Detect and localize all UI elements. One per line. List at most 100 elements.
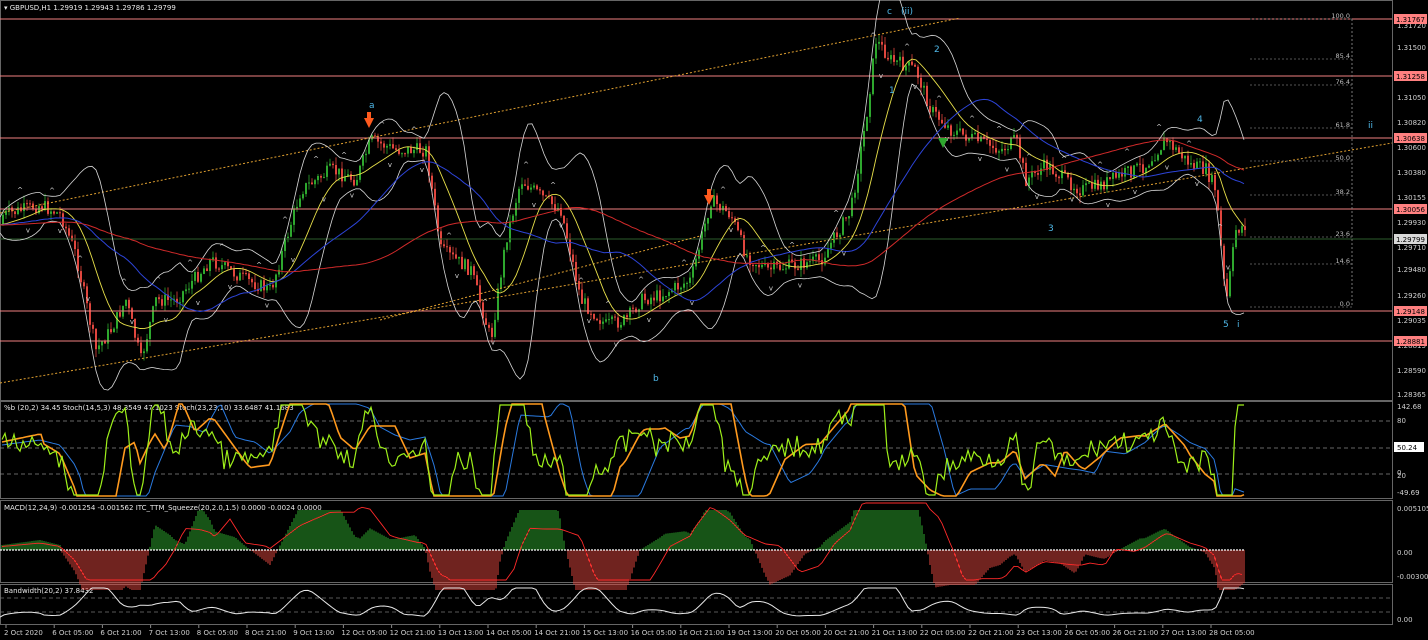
candle-body (866, 116, 868, 131)
candle-body (950, 125, 952, 136)
candle-body (1211, 175, 1213, 183)
fractal-up-marker: ^ (996, 126, 1002, 134)
candle-body (656, 290, 658, 301)
candle-body (626, 315, 628, 318)
time-axis-label: 2 Oct 2020 (4, 629, 43, 637)
candle-body (977, 132, 979, 142)
candle-body (110, 329, 112, 333)
candle-body (203, 268, 205, 274)
candle-body (461, 256, 463, 270)
candle-body (1088, 182, 1090, 184)
candle-body (521, 184, 523, 189)
price-tag-label: 1.29799 (1396, 236, 1425, 244)
bandwidth-panel[interactable] (0, 584, 1393, 625)
fractal-down-marker: v (1133, 188, 1137, 196)
time-axis-label: 6 Oct 05:00 (52, 629, 93, 637)
fractal-up-marker: ^ (1186, 140, 1192, 148)
fractal-up-marker: ^ (1026, 153, 1032, 161)
candle-body (1049, 164, 1051, 170)
fractal-down-marker: v (26, 226, 30, 234)
candle-body (617, 317, 619, 328)
candle-body (1076, 188, 1078, 194)
candle-body (1181, 152, 1183, 159)
candle-body (419, 143, 421, 153)
candle-body (665, 296, 667, 298)
candle-body (1148, 165, 1150, 168)
fib-level-label: 100.0 (1331, 12, 1350, 20)
candle-body (128, 299, 130, 309)
candle-body (989, 140, 991, 146)
green-arrow-icon (938, 138, 948, 148)
candle-body (287, 236, 289, 239)
candle-body (71, 235, 73, 241)
candle-body (947, 125, 949, 128)
candle-body (731, 217, 733, 219)
candle-body (788, 259, 790, 269)
candle-body (59, 212, 61, 214)
candle-body (113, 328, 115, 333)
candle-body (836, 232, 838, 238)
candle-body (26, 203, 28, 205)
fractal-up-marker: ^ (833, 209, 839, 217)
candle-body (1187, 155, 1189, 165)
candle-body (1238, 230, 1240, 233)
channel-upper-line (0, 17, 961, 214)
candle-body (62, 213, 64, 227)
candle-body (1241, 226, 1243, 233)
candle-body (140, 342, 142, 354)
fib-level-label: 61.8 (1336, 121, 1350, 129)
candle-body (932, 107, 934, 113)
time-axis-label: 20 Oct 21:00 (823, 629, 869, 637)
candle-body (374, 135, 376, 137)
candle-body (641, 293, 643, 310)
bandwidth-line (0, 587, 1245, 618)
candle-body (860, 146, 862, 174)
fractal-up-marker: ^ (550, 181, 556, 189)
wave-label: ii (1368, 121, 1373, 131)
candle-body (1037, 173, 1039, 175)
candle-body (1007, 149, 1009, 151)
candle-body (596, 318, 598, 321)
candle-body (68, 228, 70, 236)
fractal-down-marker: v (978, 155, 982, 163)
candle-body (83, 282, 85, 287)
candle-body (857, 173, 859, 193)
candle-body (833, 232, 835, 243)
candle-body (590, 313, 592, 315)
candle-body (1142, 164, 1144, 174)
candle-body (830, 242, 832, 249)
fractal-up-marker: ^ (936, 95, 942, 103)
candle-body (464, 259, 466, 270)
wave-label: i (1237, 320, 1240, 330)
fractal-down-marker: v (265, 302, 269, 310)
candle-body (536, 185, 538, 190)
candle-body (995, 148, 997, 153)
fractal-up-marker: ^ (49, 187, 55, 195)
fractal-up-marker: ^ (789, 242, 795, 250)
candle-body (389, 144, 391, 146)
candle-body (1169, 140, 1171, 143)
price-tag-label: 1.31258 (1396, 73, 1425, 81)
candle-body (1217, 190, 1219, 211)
candle-body (137, 337, 139, 343)
candle-body (1112, 172, 1114, 179)
candle-body (1055, 174, 1057, 177)
fractal-up-marker: ^ (1124, 148, 1130, 156)
candle-body (1127, 166, 1129, 168)
fractal-up-marker: ^ (17, 186, 23, 194)
candle-body (890, 55, 892, 60)
candle-body (1064, 170, 1066, 173)
candle-body (194, 272, 196, 281)
candle-body (425, 146, 427, 157)
bandwidth-indicator-title: Bandwidth(20,2) 37.8432 (4, 587, 94, 595)
fractal-up-marker: ^ (219, 243, 225, 251)
time-axis-label: 22 Oct 05:00 (920, 629, 966, 637)
bandwidth-axis-label: 0.00 (1397, 616, 1413, 624)
fractal-down-marker: v (587, 317, 591, 325)
time-axis-label: 16 Oct 21:00 (679, 629, 725, 637)
stoch-orange-line (1, 403, 1245, 497)
candle-body (23, 203, 25, 212)
trading-chart[interactable]: ▾ GBPUSD,H1 1.29919 1.29943 1.29786 1.29… (0, 0, 1428, 640)
candle-body (527, 185, 529, 190)
candle-body (554, 204, 556, 211)
